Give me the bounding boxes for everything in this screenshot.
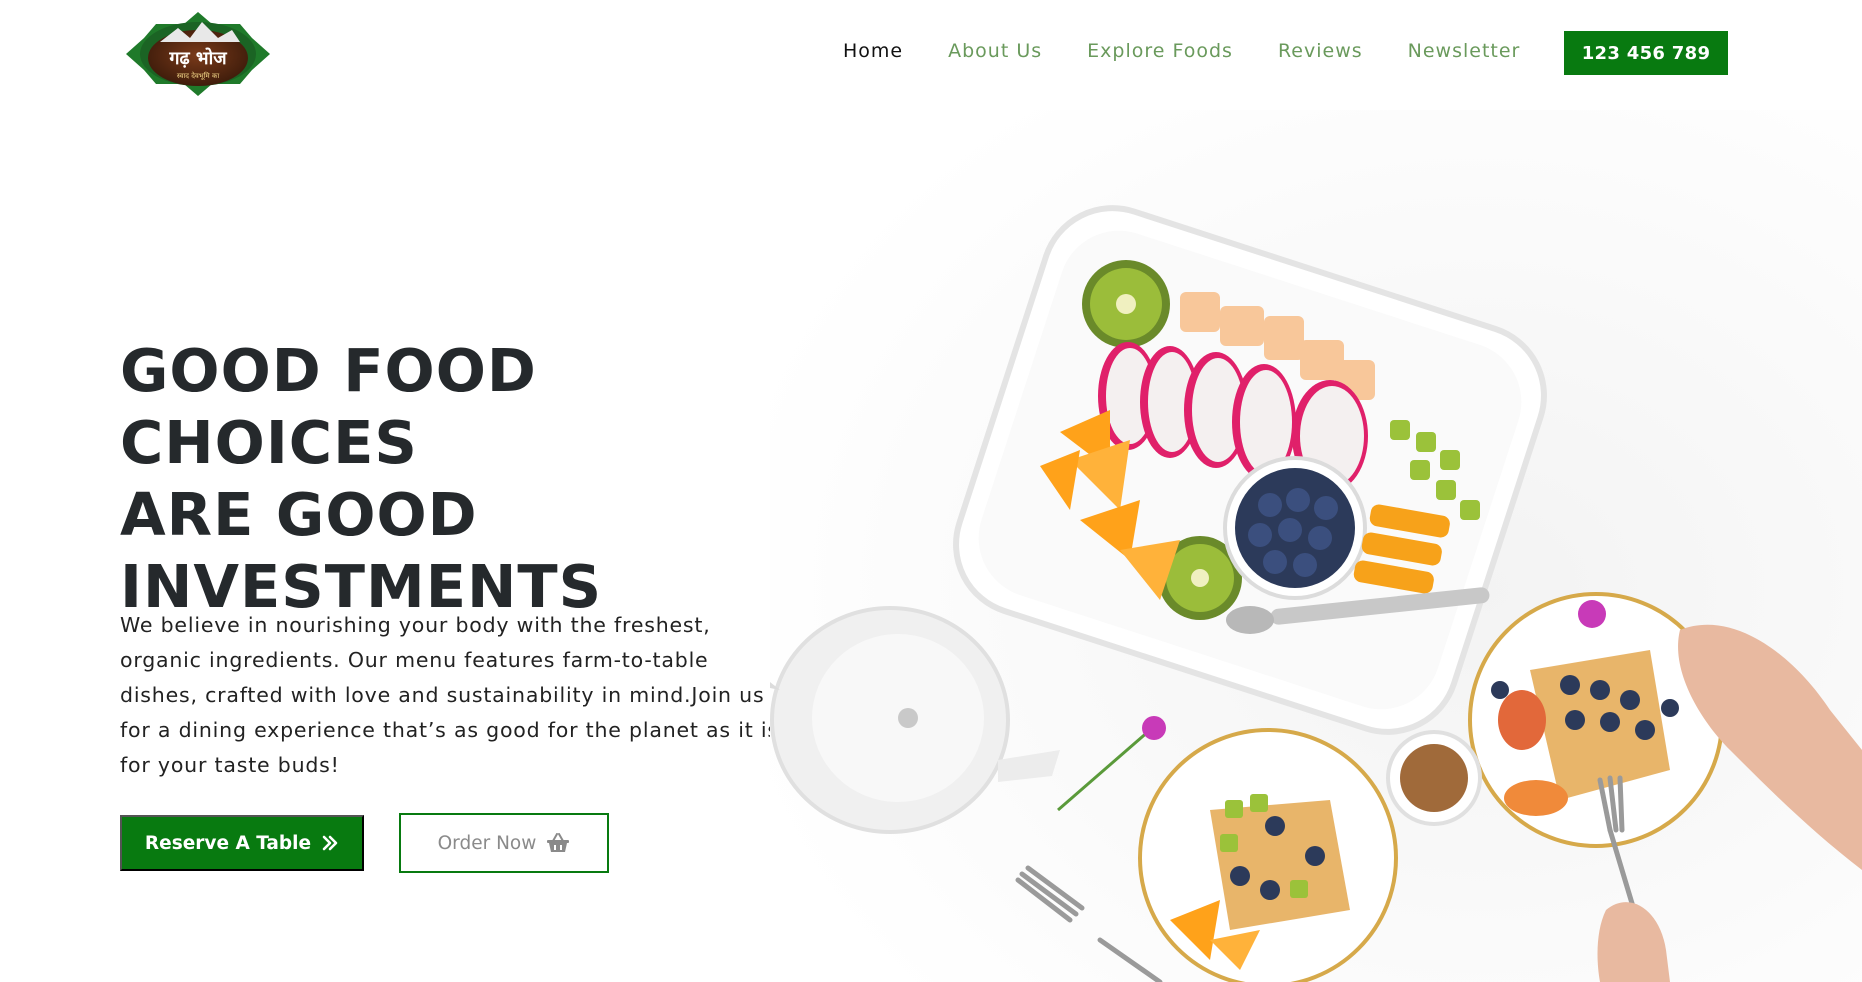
order-now-label: Order Now [437, 832, 537, 854]
hero-title: GOOD FOOD CHOICES ARE GOOD INVESTMENTS [120, 335, 800, 623]
reserve-table-button[interactable]: Reserve A Table [120, 815, 364, 871]
hero-title-line-1: GOOD FOOD CHOICES [120, 336, 537, 477]
main-nav: Home About Us Explore Foods Reviews News… [843, 40, 1565, 62]
phone-button[interactable]: 123 456 789 [1564, 31, 1728, 75]
order-now-button[interactable]: Order Now [399, 813, 609, 873]
nav-newsletter[interactable]: Newsletter [1408, 40, 1521, 62]
nav-home[interactable]: Home [843, 40, 903, 62]
hero-description: We believe in nourishing your body with … [120, 613, 779, 777]
brand-logo[interactable]: गढ़ भोज स्वाद देवभूमि का [120, 8, 276, 100]
hero-title-line-2: ARE GOOD [120, 480, 478, 549]
pancake-plate-bottom [1138, 728, 1398, 982]
double-chevron-right-icon [322, 835, 338, 851]
logo-text: गढ़ भोज [168, 47, 227, 69]
blueberry-bowl [1223, 456, 1367, 600]
nav-explore-foods[interactable]: Explore Foods [1087, 40, 1233, 62]
logo-subtext: स्वाद देवभूमि का [177, 71, 220, 80]
nav-about-us[interactable]: About Us [948, 40, 1042, 62]
hero-food-image [770, 110, 1862, 982]
reserve-table-label: Reserve A Table [144, 832, 312, 854]
basket-icon [547, 833, 570, 852]
nav-reviews[interactable]: Reviews [1278, 40, 1363, 62]
site-header: गढ़ भोज स्वाद देवभूमि का Home About Us E… [0, 0, 1862, 110]
coffee-cup [1386, 730, 1482, 826]
